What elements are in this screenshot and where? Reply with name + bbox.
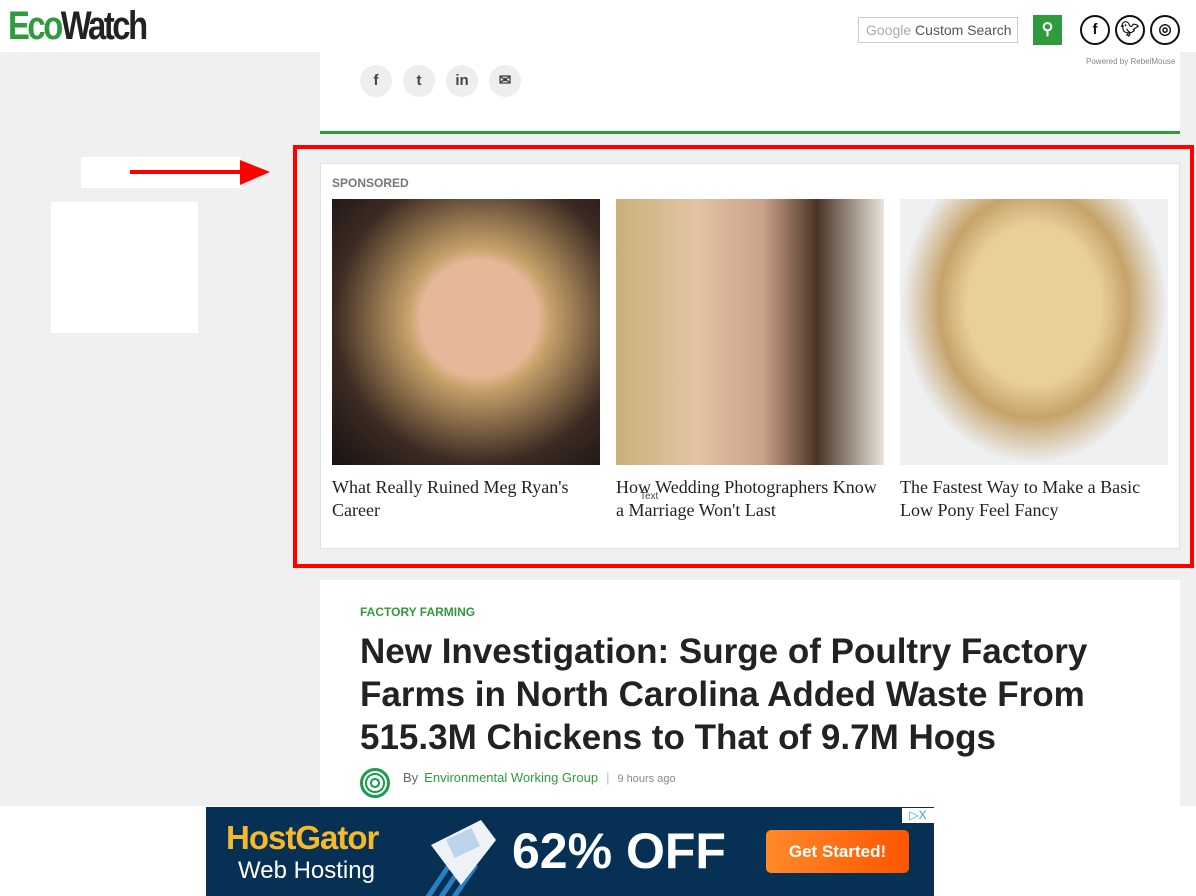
powered-by: Powered by RebelMouse — [1086, 57, 1176, 66]
ad-subtitle: Web Hosting — [238, 857, 375, 884]
article-title[interactable]: New Investigation: Surge of Poultry Fact… — [360, 630, 1140, 759]
blank-ad-slot — [51, 202, 198, 333]
share-twitter-icon[interactable]: t — [403, 65, 435, 97]
search-input[interactable]: Google Custom Search — [858, 17, 1018, 43]
sponsored-caption-1[interactable]: What Really Ruined Meg Ryan's Career — [332, 476, 602, 522]
timestamp: 9 hours ago — [617, 773, 676, 785]
share-email-icon[interactable]: ✉ — [489, 65, 521, 97]
byline: By Environmental Working Group | 9 hours ag… — [403, 770, 676, 785]
text-overlay: Text — [640, 491, 659, 502]
sponsored-image-2[interactable] — [616, 199, 884, 465]
author-link[interactable]: Environmental Working Group — [424, 770, 598, 785]
article-category[interactable]: FACTORY FARMING — [360, 605, 475, 619]
share-card — [320, 52, 1180, 134]
ecowatch-logo[interactable]: EcoWatch — [8, 4, 148, 48]
sponsored-caption-3[interactable]: The Fastest Way to Make a Basic Low Pony… — [900, 476, 1170, 522]
share-linkedin-icon[interactable]: in — [446, 65, 478, 97]
search-button[interactable]: ⚲ — [1033, 15, 1062, 45]
sponsored-label: SPONSORED — [332, 176, 409, 190]
author-avatar[interactable] — [360, 768, 390, 798]
ad-offer: 62% OFF — [512, 823, 726, 879]
adchoices-close-icon[interactable]: ▷X — [902, 808, 934, 823]
red-arrow-icon — [130, 160, 270, 185]
sponsored-image-3[interactable] — [900, 199, 1168, 465]
get-started-button[interactable]: Get Started! — [766, 830, 909, 873]
paper-plane-icon — [425, 820, 496, 896]
facebook-icon[interactable]: f — [1080, 15, 1110, 45]
search-icon: ⚲ — [1041, 21, 1054, 38]
ad-brand: HostGator — [226, 819, 379, 856]
sponsored-image-1[interactable] — [332, 199, 600, 465]
share-facebook-icon[interactable]: f — [360, 65, 392, 97]
hostgator-banner-ad[interactable]: HostGator Web Hosting 62% OFF Get Starte… — [206, 807, 934, 896]
twitter-icon[interactable]: 🐦︎ — [1115, 15, 1145, 45]
instagram-icon[interactable]: ◎ — [1150, 15, 1180, 45]
